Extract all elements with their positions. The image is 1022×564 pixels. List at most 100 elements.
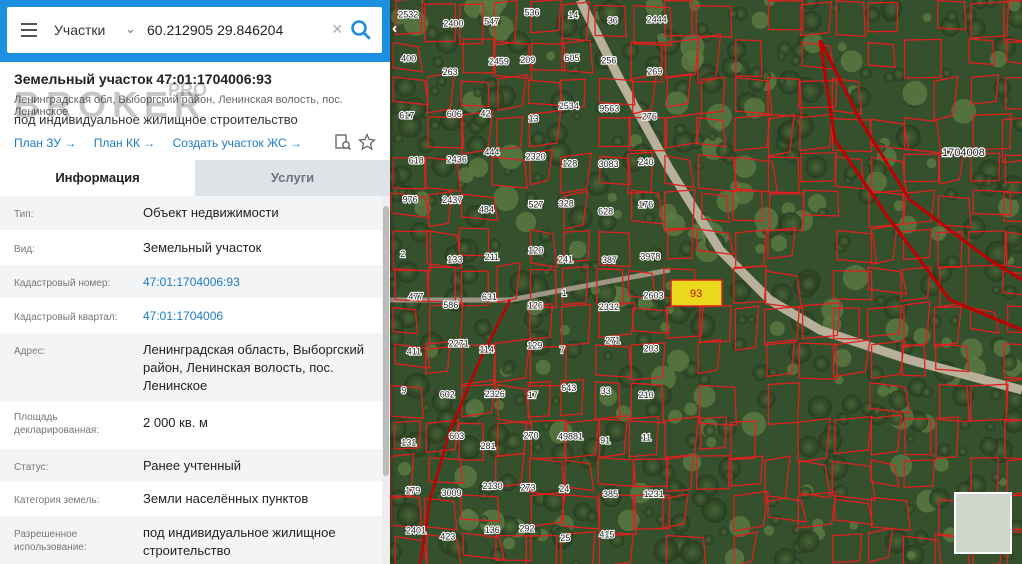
parcel-number-label: 2534 bbox=[559, 101, 579, 111]
info-row-permitted-use: Разрешенное использование: под индивидуа… bbox=[0, 516, 382, 564]
info-value: Ранее учтенный bbox=[143, 458, 241, 473]
parcel-number-label: 603 bbox=[449, 431, 464, 441]
action-links: План ЗУ → План КК → Создать участок ЖС → bbox=[14, 136, 316, 150]
info-row-kind: Вид: Земельный участок bbox=[0, 231, 382, 265]
search-box: Участки ⌄ 60.212905 29.846204 × bbox=[7, 7, 382, 53]
parcel-number-label: 2459 bbox=[489, 57, 509, 67]
search-scope-select[interactable]: Участки bbox=[54, 22, 105, 38]
info-label: Категория земель: bbox=[14, 495, 100, 506]
info-label: Статус: bbox=[14, 462, 49, 473]
plan-zu-link[interactable]: План ЗУ → bbox=[14, 136, 76, 150]
parcel-number-label: 547 bbox=[484, 16, 499, 26]
parcel-number-label: 423 bbox=[440, 532, 455, 542]
quarter-label: 1704008 bbox=[942, 147, 985, 159]
star-icon[interactable] bbox=[358, 133, 376, 151]
parcel-number-label: 36 bbox=[608, 16, 618, 26]
parcel-number-label: 3978 bbox=[640, 252, 660, 262]
parcel-number-label: 241 bbox=[558, 254, 573, 264]
info-label: Вид: bbox=[14, 244, 35, 255]
search-icon[interactable] bbox=[346, 15, 376, 45]
parcel-number-label: 2401 bbox=[406, 526, 426, 536]
parcel-number-label: 2 bbox=[400, 249, 405, 259]
info-scrollbar[interactable] bbox=[382, 196, 390, 564]
cadastral-map[interactable]: 2532 400 617 618 976 2 477 411 9 131 179 2401 2400 26… bbox=[390, 0, 1022, 564]
info-label: Площадь декларированная: bbox=[14, 412, 100, 436]
parcel-number-label: 385 bbox=[603, 489, 618, 499]
parcel-number-label: 133 bbox=[447, 255, 462, 265]
info-row-area: Площадь декларированная: 2 000 кв. м bbox=[0, 402, 382, 449]
info-row-type: Тип: Объект недвижимости bbox=[0, 196, 382, 231]
parcel-number-label: 33 bbox=[601, 386, 611, 396]
parcel-number-label: 3083 bbox=[599, 159, 619, 169]
parcel-number-label: 17 bbox=[528, 390, 538, 400]
info-value: под индивидуальное жилищное строительств… bbox=[143, 525, 336, 558]
plan-kk-link[interactable]: План КК → bbox=[94, 136, 156, 150]
parcel-number-label: 415 bbox=[599, 529, 614, 539]
clear-icon[interactable]: × bbox=[332, 19, 343, 40]
parcel-number-label: 25 bbox=[560, 533, 570, 543]
parcel-number-label: 256 bbox=[601, 55, 616, 65]
chevron-down-icon[interactable]: ⌄ bbox=[125, 21, 136, 37]
parcel-number-label: 411 bbox=[407, 346, 421, 356]
info-value: 2 000 кв. м bbox=[143, 415, 208, 430]
parcel-number-label: 643 bbox=[561, 383, 576, 393]
parcel-number-label: 605 bbox=[564, 53, 579, 63]
parcel-number-label: 2603 bbox=[644, 290, 664, 300]
create-parcel-link[interactable]: Создать участок ЖС → bbox=[173, 136, 302, 150]
parcel-number-label: 129 bbox=[527, 340, 542, 350]
broker-watermark-sup: PRO bbox=[168, 80, 208, 100]
parcel-number-label: 3009 bbox=[442, 488, 462, 498]
parcel-number-label: 618 bbox=[409, 155, 424, 165]
parcel-number-label: 328 bbox=[559, 198, 574, 208]
parcel-number-label: 2326 bbox=[485, 389, 505, 399]
minimap-thumbnail[interactable] bbox=[954, 492, 1012, 554]
tab-services[interactable]: Услуги bbox=[195, 160, 390, 196]
parcel-number-label: 120 bbox=[528, 246, 543, 256]
parcel-number-label: 13 bbox=[529, 113, 539, 123]
info-panel: Участки ⌄ 60.212905 29.846204 × Земельны… bbox=[0, 0, 390, 564]
parcel-number-label: 11 bbox=[642, 433, 651, 443]
parcel-number-label: 477 bbox=[408, 292, 423, 302]
document-search-icon[interactable] bbox=[334, 133, 352, 151]
highlighted-parcel-label: 93 bbox=[690, 288, 702, 300]
info-row-status: Статус: Ранее учтенный bbox=[0, 449, 382, 482]
info-row-cadastral-quarter: Кадастровый квартал: 47:01:1704006 bbox=[0, 299, 382, 333]
parcel-number-label: 1 bbox=[562, 288, 567, 298]
parcel-number-label: 1231 bbox=[644, 489, 664, 499]
parcel-number-label: 2130 bbox=[483, 481, 503, 491]
parcel-number-label: 617 bbox=[399, 111, 414, 121]
parcel-number-label: 179 bbox=[405, 486, 420, 496]
parcel-number-label: 2436 bbox=[447, 155, 467, 165]
parcel-number-label: 126 bbox=[528, 300, 543, 310]
menu-icon[interactable] bbox=[21, 23, 37, 37]
info-label: Тип: bbox=[14, 209, 34, 220]
info-row-cadastral-number: Кадастровый номер: 47:01:1704006:93 bbox=[0, 265, 382, 299]
parcel-number-label: 484 bbox=[479, 205, 494, 215]
info-table: Тип: Объект недвижимости Вид: Земельный … bbox=[0, 196, 382, 564]
parcel-number-label: 270 bbox=[524, 430, 539, 440]
collapse-panel-icon[interactable]: ‹ bbox=[392, 20, 406, 44]
tab-information[interactable]: Информация bbox=[0, 160, 195, 196]
parcel-number-label: 273 bbox=[521, 483, 536, 493]
parcel-number-label: 400 bbox=[401, 53, 416, 63]
parcel-number-label: 276 bbox=[642, 112, 657, 122]
search-input[interactable]: 60.212905 29.846204 bbox=[147, 22, 283, 38]
parcel-number-label: 628 bbox=[598, 206, 613, 216]
parcel-number-label: 49881 bbox=[558, 432, 583, 442]
parcel-number-label: 292 bbox=[519, 524, 534, 534]
parcel-number-label: 91 bbox=[600, 436, 610, 446]
parcel-number-label: 240 bbox=[639, 157, 654, 167]
info-value: Объект недвижимости bbox=[143, 205, 279, 220]
parcel-number-label: 631 bbox=[482, 292, 497, 302]
info-label: Кадастровый квартал: bbox=[14, 312, 118, 323]
parcel-number-label: 211 bbox=[485, 252, 499, 262]
cadastral-number-link[interactable]: 47:01:1704006:93 bbox=[143, 273, 368, 291]
parcel-number-label: 24 bbox=[559, 484, 569, 494]
parcel-number-label: 976 bbox=[403, 194, 418, 204]
cadastral-quarter-link[interactable]: 47:01:1704006 bbox=[143, 307, 368, 325]
parcel-number-label: 9 bbox=[401, 386, 406, 396]
parcel-number-label: 527 bbox=[528, 199, 543, 209]
top-bar: Участки ⌄ 60.212905 29.846204 × bbox=[0, 0, 390, 62]
parcel-number-label: 2532 bbox=[398, 10, 418, 20]
parcel-number-label: 263 bbox=[443, 67, 458, 77]
